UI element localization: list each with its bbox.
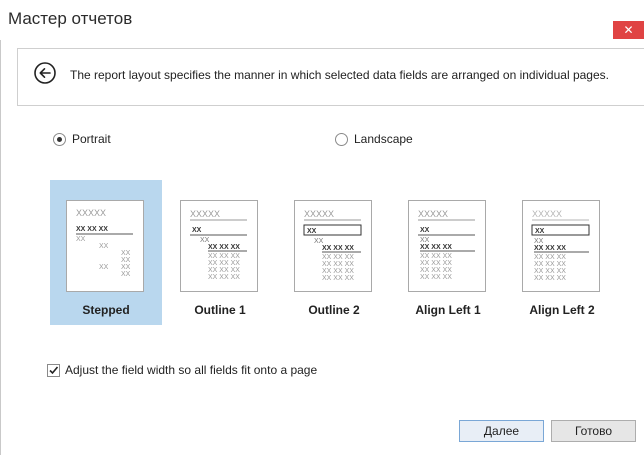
adjust-width-label: Adjust the field width so all fields fit… [65, 363, 318, 377]
svg-text:XX XX XX: XX XX XX [534, 268, 566, 275]
svg-text:XX XX XX: XX XX XX [322, 245, 354, 252]
svg-text:XX XX XX: XX XX XX [322, 268, 354, 275]
portrait-radio-option[interactable]: Portrait [53, 132, 111, 146]
svg-text:XX XX XX: XX XX XX [534, 275, 566, 282]
close-button[interactable]: ✕ [613, 21, 644, 39]
svg-text:XX XX XX: XX XX XX [420, 274, 452, 281]
layout-label-align-left-1: Align Left 1 [415, 303, 481, 317]
svg-text:XX: XX [121, 250, 131, 257]
svg-text:XX XX XX: XX XX XX [534, 245, 566, 252]
layout-options: XXXXX XX XX XX XX XX XX XX XX XX XX Step… [50, 180, 644, 325]
svg-text:XX XX XX: XX XX XX [420, 260, 452, 267]
svg-text:XX: XX [121, 271, 131, 278]
next-button[interactable]: Далее [459, 420, 544, 442]
outline-2-preview-graphic: XXXXX XX XX XX XX XX XX XX XX XX XX XX X… [303, 209, 362, 282]
layout-align-left-2[interactable]: XXXXX XX XX XX XX XX XX XX XX XX XX XX X… [506, 180, 618, 325]
svg-text:XX: XX [121, 264, 131, 271]
outline-1-preview-graphic: XXXXX XX XX XX XX XX XX XX XX XX XX XX X… [190, 209, 247, 281]
align-left-1-preview-graphic: XXXXX XX XX XX XX XX XX XX XX XX XX XX X… [418, 209, 475, 281]
finish-button[interactable]: Готово [551, 420, 636, 442]
stepped-preview-graphic: XXXXX XX XX XX XX XX XX XX XX XX XX [76, 208, 133, 278]
layout-label-outline-1: Outline 1 [194, 303, 246, 317]
landscape-label: Landscape [354, 132, 413, 146]
layout-outline-1[interactable]: XXXXX XX XX XX XX XX XX XX XX XX XX XX X… [164, 180, 276, 325]
svg-text:XX XX XX: XX XX XX [534, 261, 566, 268]
svg-text:XXXXX: XXXXX [418, 209, 448, 219]
close-icon: ✕ [623, 23, 634, 37]
outline-1-preview: XXXXX XX XX XX XX XX XX XX XX XX XX XX X… [180, 200, 258, 292]
svg-text:XX: XX [76, 236, 86, 243]
align-left-2-preview-graphic: XXXXX XX XX XX XX XX XX XX XX XX XX XX X… [531, 209, 590, 282]
adjust-width-option[interactable]: Adjust the field width so all fields fit… [47, 363, 317, 377]
svg-text:XX XX XX: XX XX XX [322, 261, 354, 268]
svg-text:XX XX XX: XX XX XX [76, 226, 108, 233]
layout-label-align-left-2: Align Left 2 [529, 303, 595, 317]
wizard-description: The report layout specifies the manner i… [70, 68, 609, 82]
landscape-radio[interactable] [335, 132, 348, 146]
layout-align-left-1[interactable]: XXXXX XX XX XX XX XX XX XX XX XX XX XX X… [392, 180, 504, 325]
svg-text:XXXXX: XXXXX [76, 208, 106, 218]
checkmark-icon [49, 365, 59, 374]
svg-text:XXXXX: XXXXX [532, 209, 562, 219]
svg-text:XX: XX [534, 238, 544, 245]
svg-text:XX: XX [420, 237, 430, 244]
svg-text:XX XX XX: XX XX XX [322, 275, 354, 282]
svg-text:XX: XX [99, 264, 109, 271]
svg-text:XX XX XX: XX XX XX [208, 267, 240, 274]
back-button[interactable] [34, 62, 56, 84]
window-title: Мастер отчетов [8, 9, 133, 28]
svg-text:XX XX XX: XX XX XX [420, 244, 452, 251]
title-bar: Мастер отчетов ✕ [0, 0, 644, 40]
stepped-preview: XXXXX XX XX XX XX XX XX XX XX XX XX [66, 200, 144, 292]
back-arrow-circle-icon [34, 62, 56, 84]
svg-text:XX: XX [307, 228, 317, 235]
svg-text:XX: XX [420, 227, 430, 234]
svg-text:XX: XX [535, 228, 545, 235]
portrait-radio[interactable] [53, 132, 66, 146]
layout-stepped[interactable]: XXXXX XX XX XX XX XX XX XX XX XX XX Step… [50, 180, 162, 325]
svg-text:XX XX XX: XX XX XX [420, 267, 452, 274]
svg-text:XX XX XX: XX XX XX [420, 253, 452, 260]
layout-label-outline-2: Outline 2 [308, 303, 360, 317]
svg-text:XX: XX [121, 257, 131, 264]
svg-text:XX XX XX: XX XX XX [208, 260, 240, 267]
svg-text:XX XX XX: XX XX XX [322, 254, 354, 261]
outline-2-preview: XXXXX XX XX XX XX XX XX XX XX XX XX XX X… [294, 200, 372, 292]
svg-text:XX XX XX: XX XX XX [208, 274, 240, 281]
align-left-1-preview: XXXXX XX XX XX XX XX XX XX XX XX XX XX X… [408, 200, 486, 292]
report-wizard-window: Мастер отчетов ✕ The report layout speci… [0, 0, 644, 455]
adjust-width-checkbox[interactable] [47, 363, 60, 377]
svg-text:XX: XX [200, 237, 210, 244]
window-border [0, 0, 1, 455]
portrait-label: Portrait [72, 132, 111, 146]
svg-text:XX: XX [99, 243, 109, 250]
layout-outline-2[interactable]: XXXXX XX XX XX XX XX XX XX XX XX XX XX X… [278, 180, 390, 325]
svg-text:XXXXX: XXXXX [304, 209, 334, 219]
svg-text:XX: XX [314, 238, 324, 245]
svg-text:XXXXX: XXXXX [190, 209, 220, 219]
svg-text:XX XX XX: XX XX XX [208, 244, 240, 251]
wizard-header: The report layout specifies the manner i… [17, 48, 644, 106]
landscape-radio-option[interactable]: Landscape [335, 132, 413, 146]
layout-label-stepped: Stepped [82, 303, 130, 317]
svg-text:XX XX XX: XX XX XX [534, 254, 566, 261]
svg-text:XX: XX [192, 227, 202, 234]
svg-text:XX XX XX: XX XX XX [208, 253, 240, 260]
align-left-2-preview: XXXXX XX XX XX XX XX XX XX XX XX XX XX X… [522, 200, 600, 292]
